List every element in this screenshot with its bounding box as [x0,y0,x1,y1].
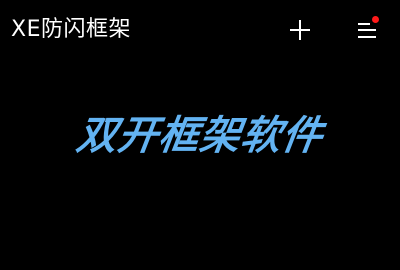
app-title: XE防闪框架 [11,17,131,42]
menu-button[interactable] [350,14,384,46]
notification-dot [372,16,379,23]
add-button[interactable] [284,14,316,46]
app-screen: XE防闪框架 双开框架软件 [0,0,400,270]
headline-text: 双开框架软件 [73,113,327,159]
top-bar: XE防闪框架 [0,0,400,62]
hero-banner: 双开框架软件 [0,108,400,168]
